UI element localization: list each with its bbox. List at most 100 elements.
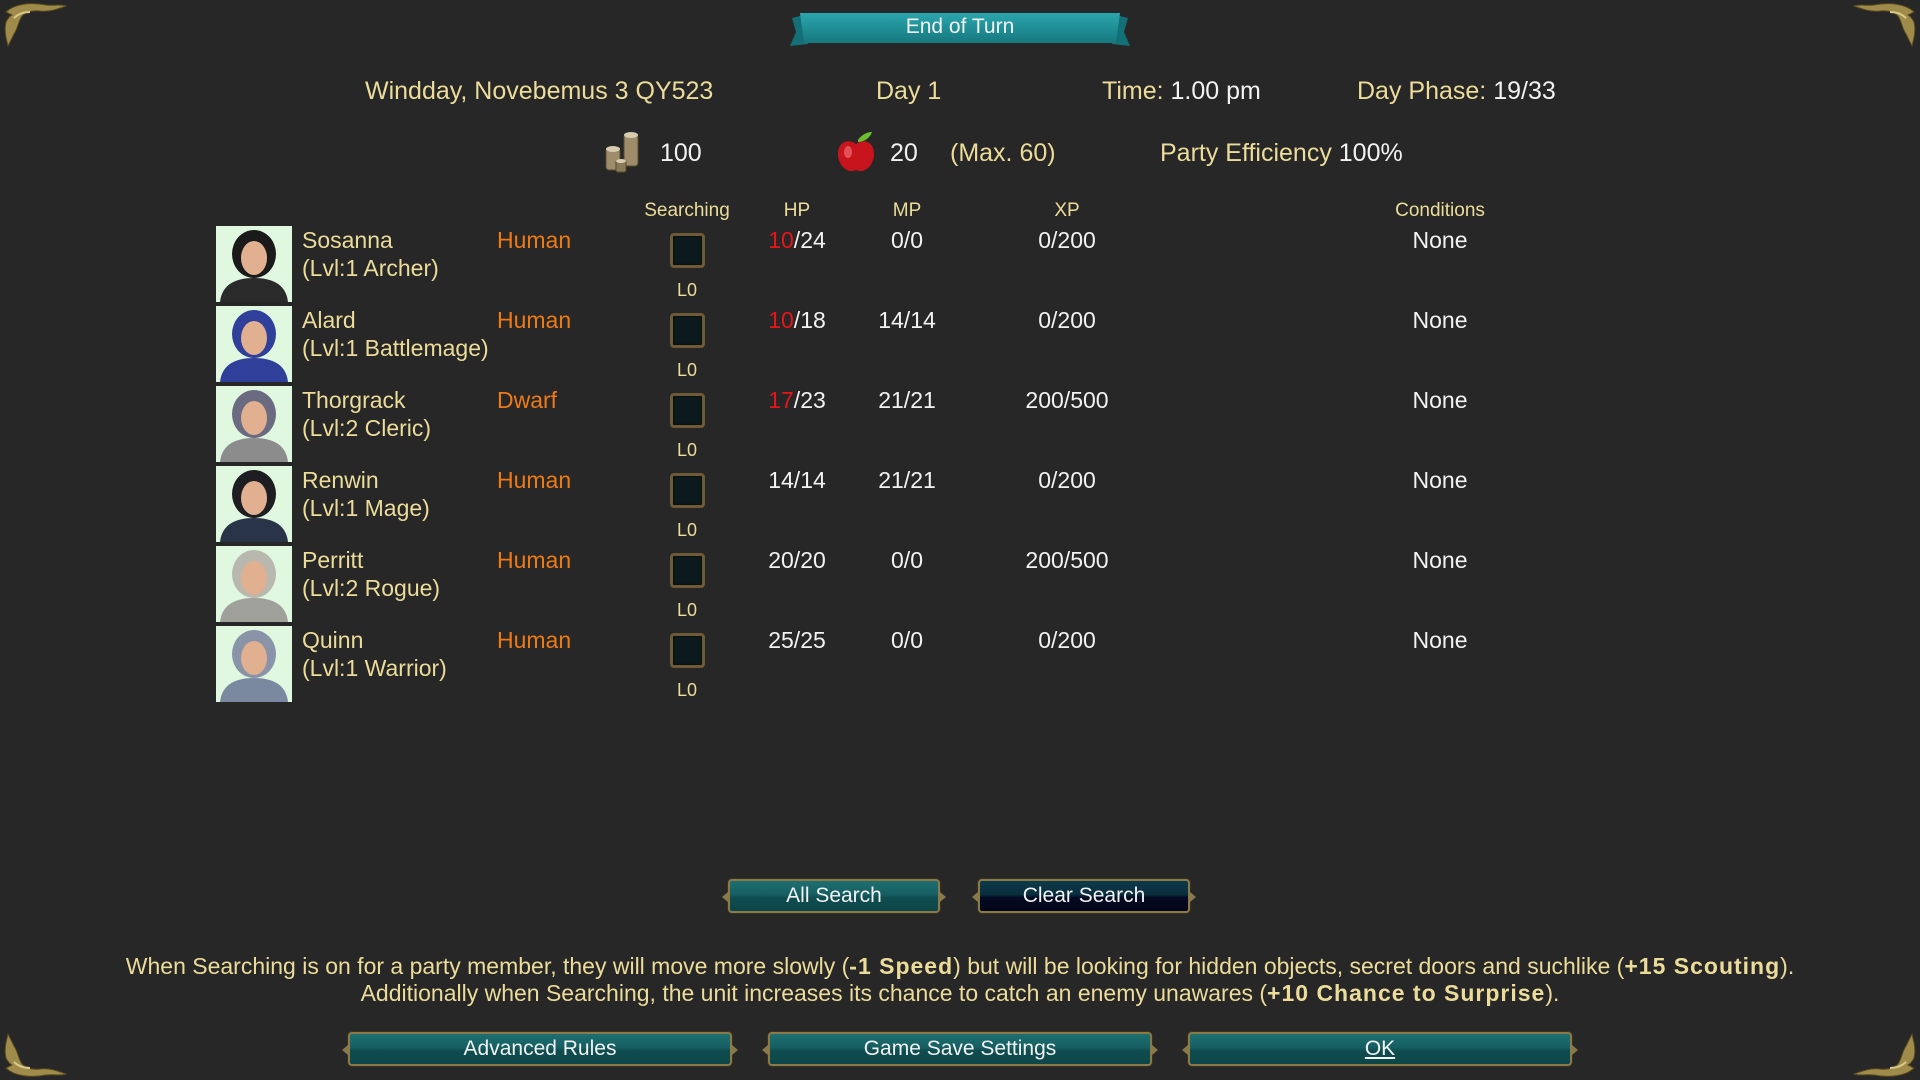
- xp-value: 0/200: [1038, 467, 1096, 493]
- searching-checkbox[interactable]: [670, 553, 705, 588]
- party-member-row: Quinn (Lvl:1 Warrior) Human L0 25/25 0/0…: [216, 616, 1516, 702]
- character-race: Human: [497, 467, 572, 493]
- party-member-row: Perritt (Lvl:2 Rogue) Human L0 20/20 0/0…: [216, 536, 1516, 622]
- character-race: Human: [497, 547, 572, 573]
- character-name: Sosanna: [302, 227, 393, 253]
- hp-value: 10/18: [768, 306, 826, 334]
- search-level: L0: [676, 680, 698, 700]
- hp-current: 25: [768, 627, 794, 653]
- calendar-date: Windday, Novebemus 3 QY523: [365, 77, 714, 105]
- character-race: Dwarf: [497, 387, 558, 413]
- searching-checkbox[interactable]: [670, 313, 705, 348]
- day-phase-value: 19/33: [1493, 77, 1556, 105]
- hp-max: /14: [793, 467, 826, 493]
- window-title: End of Turn: [905, 15, 1015, 38]
- mp-value: 14/14: [878, 307, 936, 333]
- character-name: Alard: [302, 307, 356, 333]
- character-race: Human: [497, 227, 572, 253]
- clear-search-button[interactable]: Clear Search: [972, 879, 1196, 913]
- conditions-value: None: [1412, 227, 1468, 253]
- character-class: (Lvl:1 Warrior): [302, 655, 447, 681]
- hp-max: /20: [793, 547, 826, 573]
- character-portrait[interactable]: [216, 626, 292, 702]
- searching-checkbox[interactable]: [670, 633, 705, 668]
- searching-info-line-2: Additionally when Searching, the unit in…: [360, 980, 1560, 1006]
- conditions-value: None: [1412, 627, 1468, 653]
- scouting-bonus: +15 Scouting: [1624, 953, 1781, 979]
- hp-current: 10: [768, 307, 794, 333]
- hp-value: 20/20: [768, 546, 826, 574]
- mp-value: 0/0: [891, 627, 923, 653]
- advanced-rules-button[interactable]: Advanced Rules: [342, 1032, 738, 1066]
- corner-ornament-icon: [1852, 3, 1916, 48]
- character-class: (Lvl:1 Mage): [302, 495, 430, 521]
- efficiency-label: Party Efficiency: [1160, 139, 1332, 167]
- hp-current: 14: [768, 467, 794, 493]
- xp-value: 0/200: [1038, 627, 1096, 653]
- conditions-value: None: [1412, 307, 1468, 333]
- xp-value: 0/200: [1038, 227, 1096, 253]
- xp-value: 200/500: [1025, 547, 1109, 573]
- character-class: (Lvl:2 Cleric): [302, 415, 432, 441]
- party-member-row: Thorgrack (Lvl:2 Cleric) Dwarf L0 17/23 …: [216, 376, 1516, 462]
- conditions-value: None: [1412, 547, 1468, 573]
- character-portrait[interactable]: [216, 386, 292, 462]
- portrait-icon: [220, 470, 288, 542]
- day-phase-label: Day Phase:: [1357, 77, 1487, 105]
- character-name: Thorgrack: [302, 387, 406, 413]
- day-phase-display: Day Phase: 19/33: [1357, 77, 1556, 106]
- mp-value: 21/21: [878, 387, 936, 413]
- conditions-value: None: [1412, 467, 1468, 493]
- hp-max: /24: [793, 227, 826, 253]
- hp-max: /25: [793, 627, 826, 653]
- title-banner: End of Turn: [788, 10, 1132, 48]
- searching-checkbox[interactable]: [670, 473, 705, 508]
- searching-checkbox[interactable]: [670, 233, 705, 268]
- character-portrait[interactable]: [216, 546, 292, 622]
- character-class: (Lvl:1 Archer): [302, 255, 439, 281]
- character-class: (Lvl:1 Battlemage): [302, 335, 489, 361]
- speed-penalty: -1 Speed: [849, 953, 954, 979]
- time-label: Time:: [1102, 77, 1164, 105]
- corner-ornament-icon: [4, 1032, 68, 1077]
- hp-value: 10/24: [768, 226, 826, 254]
- portrait-icon: [220, 630, 288, 702]
- character-race: Human: [497, 627, 572, 653]
- all-search-button[interactable]: All Search: [722, 879, 946, 913]
- portrait-icon: [220, 310, 288, 382]
- mp-value: 0/0: [891, 547, 923, 573]
- coins-icon: [605, 132, 639, 173]
- character-portrait[interactable]: [216, 226, 292, 302]
- hp-max: /23: [793, 387, 826, 413]
- party-efficiency: Party Efficiency 100%: [1160, 139, 1403, 168]
- game-save-settings-button[interactable]: Game Save Settings: [762, 1032, 1158, 1066]
- searching-info-line-1: When Searching is on for a party member,…: [125, 953, 1795, 979]
- hp-value: 14/14: [768, 466, 826, 494]
- hp-max: /18: [793, 307, 826, 333]
- portrait-icon: [220, 550, 288, 622]
- character-portrait[interactable]: [216, 466, 292, 542]
- party-member-row: Renwin (Lvl:1 Mage) Human L0 14/14 21/21…: [216, 456, 1516, 542]
- apple-icon: [838, 132, 874, 172]
- mp-value: 0/0: [891, 227, 923, 253]
- gold-amount: 100: [660, 139, 702, 167]
- character-name: Quinn: [302, 627, 364, 653]
- hp-current: 10: [768, 227, 794, 253]
- party-member-row: Sosanna (Lvl:1 Archer) Human L0 10/24 0/…: [216, 216, 1516, 302]
- day-counter: Day 1: [876, 77, 942, 105]
- searching-checkbox[interactable]: [670, 393, 705, 428]
- corner-ornament-icon: [4, 3, 68, 48]
- character-portrait[interactable]: [216, 306, 292, 382]
- time-value: 1.00 pm: [1170, 77, 1261, 105]
- xp-value: 200/500: [1025, 387, 1109, 413]
- conditions-value: None: [1412, 387, 1468, 413]
- character-class: (Lvl:2 Rogue): [302, 575, 441, 601]
- hp-value: 17/23: [768, 386, 826, 414]
- hp-current: 17: [768, 387, 794, 413]
- portrait-icon: [220, 230, 288, 302]
- portrait-icon: [220, 390, 288, 462]
- ok-button[interactable]: OK: [1182, 1032, 1578, 1066]
- food-max: (Max. 60): [950, 139, 1056, 167]
- character-name: Renwin: [302, 467, 379, 493]
- corner-ornament-icon: [1852, 1032, 1916, 1077]
